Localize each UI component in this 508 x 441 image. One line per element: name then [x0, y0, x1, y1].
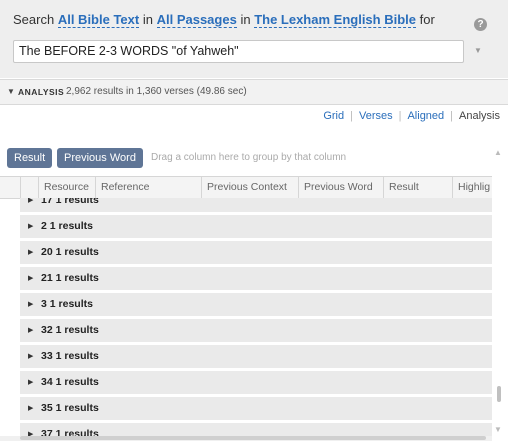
column-resource[interactable]: Resource — [38, 177, 95, 198]
expand-triangle-icon[interactable]: ▶ — [28, 274, 33, 282]
horizontal-scroll-thumb[interactable] — [20, 436, 486, 440]
expand-triangle-icon[interactable]: ▶ — [28, 222, 33, 230]
group-label: 3 1 results — [41, 298, 93, 310]
group-row[interactable]: ▶ 20 1 results — [20, 241, 492, 264]
results-summary: 2,962 results in 1,360 verses (49.86 sec… — [66, 86, 247, 97]
column-header-row: Resource Reference Previous Context Prev… — [0, 176, 492, 199]
group-row[interactable]: ▶ 17 1 results — [20, 198, 492, 212]
view-switcher: Grid | Verses | Aligned | Analysis — [323, 110, 500, 122]
group-label: 37 1 results — [41, 428, 99, 436]
column-reference[interactable]: Reference — [95, 177, 201, 198]
search-in-label-2: in — [240, 12, 251, 27]
search-description: Search All Bible Text in All Passages in… — [13, 12, 435, 28]
search-scope-link[interactable]: All Bible Text — [57, 12, 140, 28]
group-row[interactable]: ▶ 33 1 results — [20, 345, 492, 368]
expand-triangle-icon[interactable]: ▶ — [28, 248, 33, 256]
horizontal-scrollbar[interactable] — [0, 436, 492, 441]
result-groups: ▶ 17 1 results ▶ 2 1 results ▶ 20 1 results… — [0, 198, 492, 436]
separator: | — [450, 110, 454, 122]
search-range-link[interactable]: All Passages — [156, 12, 237, 28]
search-suffix: for — [419, 12, 435, 27]
search-header: Search All Bible Text in All Passages in… — [0, 0, 508, 78]
group-row[interactable]: ▶ 32 1 results — [20, 319, 492, 342]
help-icon[interactable]: ? — [474, 18, 487, 31]
column-result[interactable]: Result — [383, 177, 452, 198]
group-label: 33 1 results — [41, 350, 99, 362]
scroll-up-icon[interactable]: ▲ — [494, 148, 502, 157]
group-row[interactable]: ▶ 35 1 results — [20, 397, 492, 420]
group-label: 32 1 results — [41, 324, 99, 336]
query-history-dropdown-icon[interactable]: ▼ — [474, 46, 482, 55]
group-row[interactable]: ▶ 2 1 results — [20, 215, 492, 238]
search-resource-link[interactable]: The Lexham English Bible — [254, 12, 416, 28]
column-spacer — [20, 177, 38, 198]
expand-triangle-icon[interactable]: ▶ — [28, 326, 33, 334]
group-label: 17 1 results — [41, 198, 99, 206]
group-label: 34 1 results — [41, 376, 99, 388]
expand-triangle-icon[interactable]: ▶ — [28, 300, 33, 308]
expand-triangle-icon[interactable]: ▶ — [28, 378, 33, 386]
separator: | — [398, 110, 402, 122]
view-analysis[interactable]: Analysis — [459, 110, 500, 122]
group-label: 2 1 results — [41, 220, 93, 232]
collapse-triangle-icon[interactable]: ▼ — [7, 87, 15, 96]
group-row[interactable]: ▶ 37 1 results — [20, 423, 492, 436]
view-aligned[interactable]: Aligned — [407, 110, 444, 122]
group-label: 21 1 results — [41, 272, 99, 284]
analysis-panel-bar[interactable]: ▼ ANALYSIS 2,962 results in 1,360 verses… — [0, 79, 508, 105]
expand-triangle-icon[interactable]: ▶ — [28, 352, 33, 360]
analysis-label: ANALYSIS — [18, 87, 65, 97]
group-row[interactable]: ▶ 3 1 results — [20, 293, 492, 316]
group-label: 35 1 results — [41, 402, 99, 414]
expand-triangle-icon[interactable]: ▶ — [28, 404, 33, 412]
search-input[interactable]: The BEFORE 2-3 WORDS "of Yahweh" — [13, 40, 464, 63]
column-previous-word[interactable]: Previous Word — [298, 177, 383, 198]
group-row[interactable]: ▶ 34 1 results — [20, 371, 492, 394]
view-verses[interactable]: Verses — [359, 110, 393, 122]
view-grid[interactable]: Grid — [323, 110, 344, 122]
scroll-down-icon[interactable]: ▼ — [494, 425, 502, 434]
search-prefix: Search — [13, 12, 55, 27]
vertical-scrollbar[interactable] — [494, 198, 504, 436]
group-row[interactable]: ▶ 21 1 results — [20, 267, 492, 290]
vertical-scroll-thumb[interactable] — [497, 386, 501, 402]
group-chip-result[interactable]: Result — [7, 148, 53, 168]
separator: | — [350, 110, 353, 122]
column-previous-context[interactable]: Previous Context — [201, 177, 298, 198]
search-in-label: in — [142, 12, 153, 27]
group-label: 20 1 results — [41, 246, 99, 258]
group-chip-previous-word[interactable]: Previous Word — [57, 148, 143, 168]
drag-hint: Drag a column here to group by that colu… — [151, 152, 347, 163]
expand-triangle-icon[interactable]: ▶ — [28, 198, 33, 204]
column-highlight[interactable]: Highlig — [452, 177, 492, 198]
